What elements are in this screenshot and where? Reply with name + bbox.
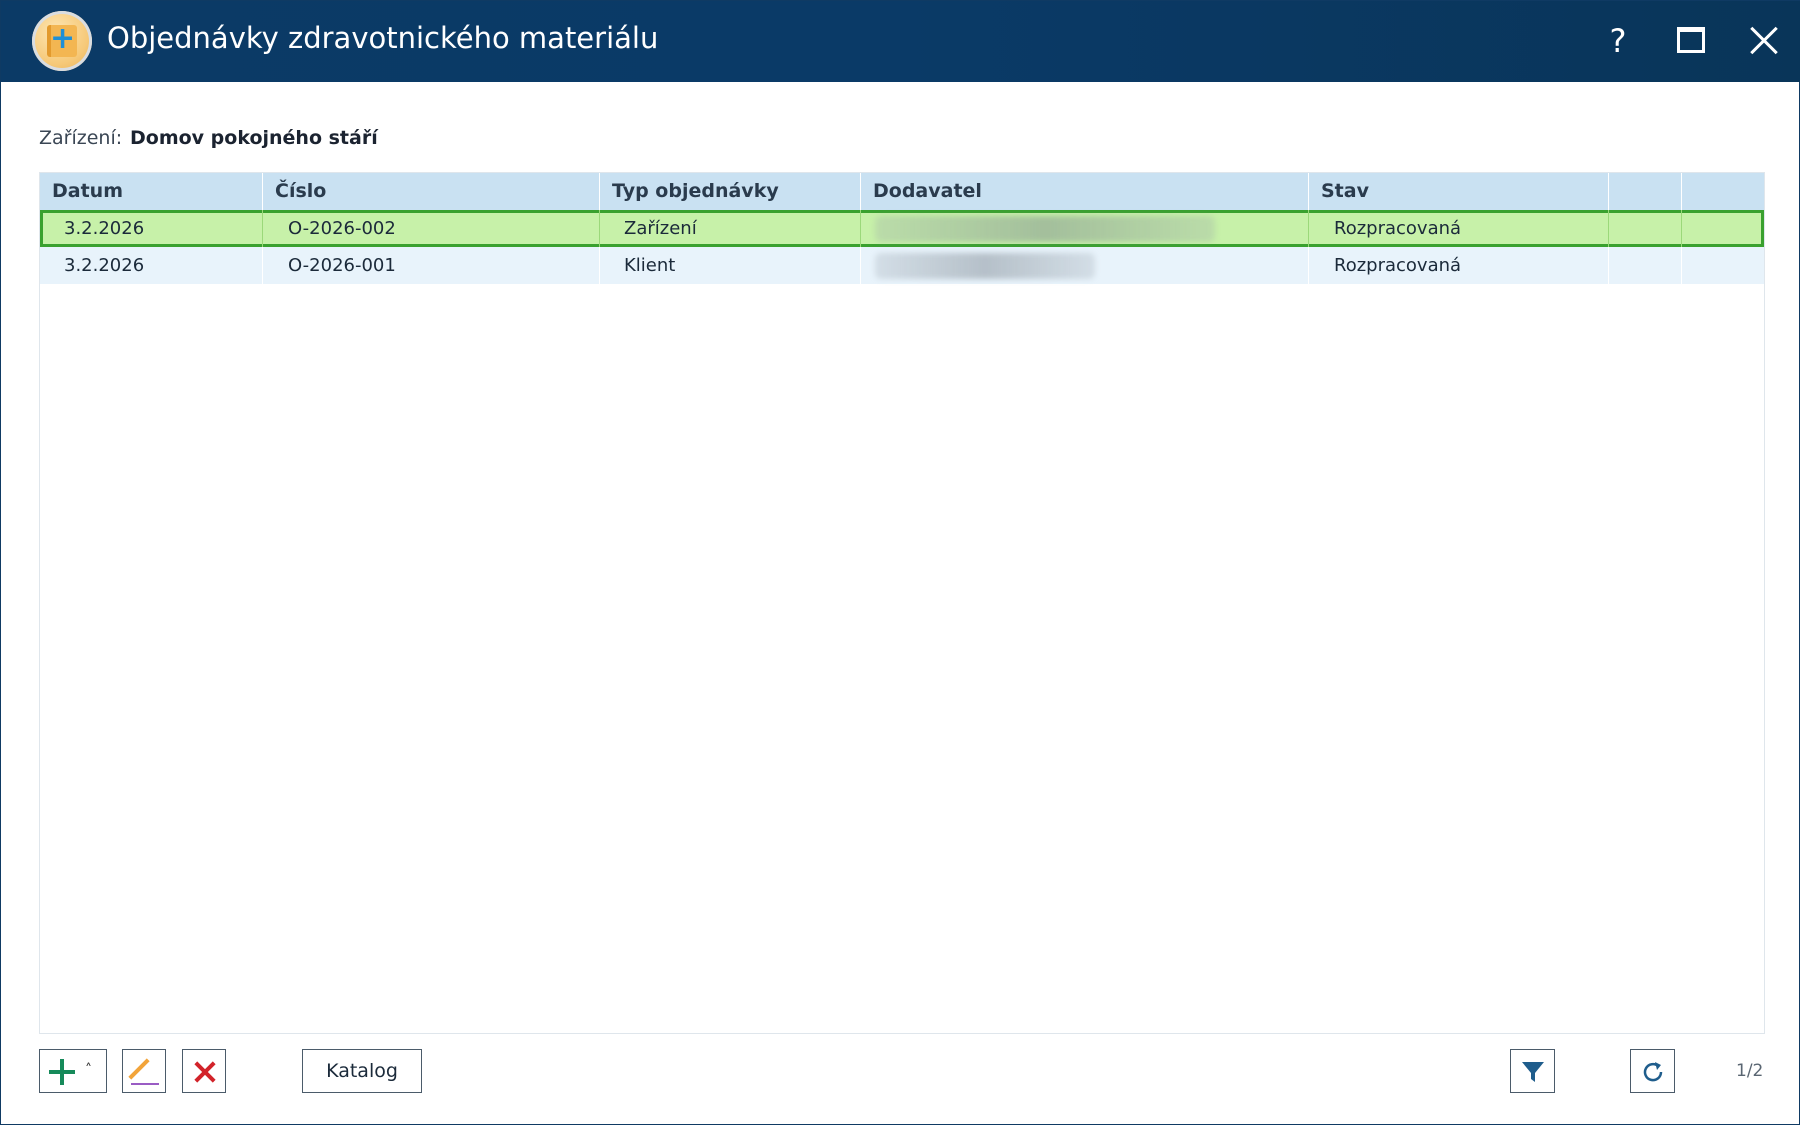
pencil-icon <box>128 1058 150 1080</box>
column-header-datum[interactable]: Datum <box>40 173 263 210</box>
cell-extra-1 <box>1609 247 1682 284</box>
delete-button[interactable] <box>182 1049 226 1093</box>
cell-stav: Rozpracovaná <box>1309 247 1609 284</box>
close-button[interactable] <box>1738 17 1788 65</box>
redacted-supplier <box>875 253 1095 279</box>
cell-cislo: O-2026-002 <box>263 210 600 247</box>
column-header-typ[interactable]: Typ objednávky <box>600 173 861 210</box>
katalog-button[interactable]: Katalog <box>302 1049 422 1093</box>
cell-typ: Klient <box>600 247 861 284</box>
orders-table: Datum Číslo Typ objednávky Dodavatel Sta… <box>39 172 1765 1034</box>
cell-datum: 3.2.2026 <box>40 210 263 247</box>
refresh-button[interactable] <box>1630 1049 1675 1093</box>
column-header-stav[interactable]: Stav <box>1309 173 1609 210</box>
caret-up-icon: ˄ <box>85 1062 92 1078</box>
filter-icon <box>1522 1062 1544 1082</box>
cell-extra-2 <box>1682 210 1764 247</box>
maximize-icon <box>1677 27 1705 53</box>
cell-cislo: O-2026-001 <box>263 247 600 284</box>
filter-button[interactable] <box>1510 1049 1555 1093</box>
table-row[interactable]: 3.2.2026 O-2026-002 Zařízení Rozpracovan… <box>40 210 1764 247</box>
window-title: Objednávky zdravotnického materiálu <box>107 21 659 55</box>
cell-stav: Rozpracovaná <box>1309 210 1609 247</box>
cell-extra-2 <box>1682 247 1764 284</box>
order-window: + Objednávky zdravotnického materiálu ? … <box>0 0 1800 1125</box>
app-icon: + <box>32 11 92 71</box>
edit-button[interactable] <box>122 1049 166 1093</box>
redacted-supplier <box>875 216 1215 242</box>
refresh-icon <box>1643 1062 1663 1082</box>
cell-typ: Zařízení <box>600 210 861 247</box>
column-header-cislo[interactable]: Číslo <box>263 173 600 210</box>
column-header-extra-1[interactable] <box>1609 173 1682 210</box>
cell-extra-1 <box>1609 210 1682 247</box>
add-button[interactable]: ˄ <box>39 1049 107 1093</box>
cell-datum: 3.2.2026 <box>40 247 263 284</box>
table-row[interactable]: 3.2.2026 O-2026-001 Klient Rozpracovaná <box>40 247 1764 284</box>
column-header-dodavatel[interactable]: Dodavatel <box>861 173 1309 210</box>
column-header-extra-2[interactable] <box>1682 173 1764 210</box>
facility-value: Domov pokojného stáří <box>130 127 378 149</box>
table-header: Datum Číslo Typ objednávky Dodavatel Sta… <box>40 173 1764 210</box>
facility-label: Zařízení: <box>39 127 123 149</box>
cell-dodavatel <box>861 247 1309 284</box>
medical-plus-icon: + <box>50 21 76 56</box>
page-indicator: 1/2 <box>1736 1061 1764 1081</box>
help-button[interactable]: ? <box>1593 17 1643 65</box>
title-bar[interactable]: + Objednávky zdravotnického materiálu ? <box>1 1 1800 82</box>
facility-info: Zařízení: Domov pokojného stáří <box>39 127 378 149</box>
maximize-button[interactable] <box>1665 17 1715 65</box>
cell-dodavatel <box>861 210 1309 247</box>
